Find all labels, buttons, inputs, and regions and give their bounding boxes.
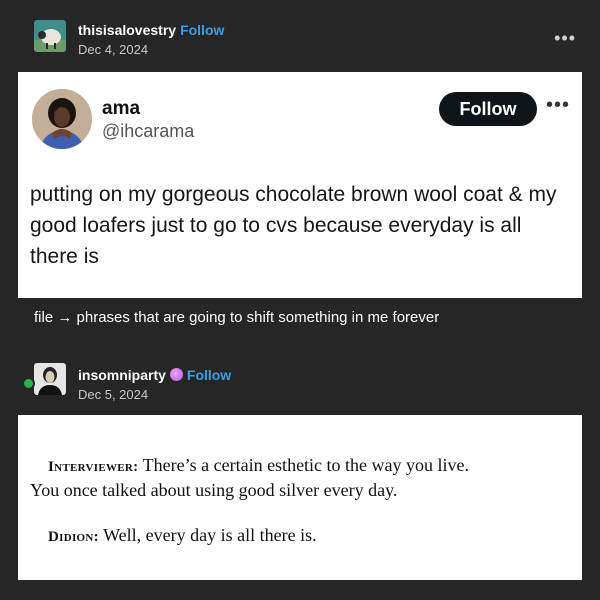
quote-line: Didion: Well, every day is all there is. — [48, 525, 317, 546]
tweet-follow-button: Follow — [439, 92, 537, 126]
more-options-icon[interactable]: ••• — [554, 28, 576, 49]
post-caption: file → phrases that are going to shift s… — [34, 309, 440, 326]
portrait-avatar-icon — [34, 363, 66, 395]
status-badge-icon — [22, 377, 35, 390]
quote-image: Interviewer: There’s a certain esthetic … — [18, 415, 582, 580]
tweet-card: ama @ihcarama Follow ••• putting on my g… — [18, 72, 582, 298]
quote-text: There’s a certain esthetic to the way yo… — [142, 455, 470, 475]
tweet-text: putting on my gorgeous chocolate brown w… — [30, 183, 557, 268]
follow-link[interactable]: Follow — [180, 22, 224, 38]
tweet-handle: @ihcarama — [102, 121, 195, 141]
quote-line: Interviewer: There’s a certain esthetic … — [48, 455, 469, 476]
follow-link[interactable]: Follow — [187, 367, 231, 383]
username[interactable]: insomniparty — [78, 367, 166, 383]
sheep-avatar-icon — [34, 20, 66, 52]
user-avatar[interactable] — [34, 363, 66, 395]
post-header: thisisalovestry Follow Dec 4, 2024 ••• — [0, 10, 600, 60]
verified-badge-icon — [169, 368, 183, 381]
tweet-avatar — [32, 89, 92, 149]
tweet-more-icon: ••• — [546, 94, 571, 116]
quote-text: You once talked about using good silver … — [30, 480, 398, 500]
username-row: thisisalovestry Follow — [78, 22, 224, 38]
tweet-display-name: ama — [102, 98, 141, 119]
person-avatar-icon — [32, 89, 92, 149]
quote-text: Well, every day is all there is. — [103, 525, 317, 545]
speaker-label: Didion: — [48, 529, 99, 545]
speaker-label: Interviewer: — [48, 459, 139, 475]
reblog-header: insomniparty Follow Dec 5, 2024 — [0, 355, 600, 405]
quote-line: You once talked about using good silver … — [30, 480, 397, 501]
post-date[interactable]: Dec 4, 2024 — [78, 42, 148, 57]
post-date[interactable]: Dec 5, 2024 — [78, 387, 148, 402]
username[interactable]: thisisalovestry — [78, 22, 176, 38]
username-row: insomniparty Follow — [78, 367, 231, 383]
user-avatar[interactable] — [34, 20, 66, 52]
